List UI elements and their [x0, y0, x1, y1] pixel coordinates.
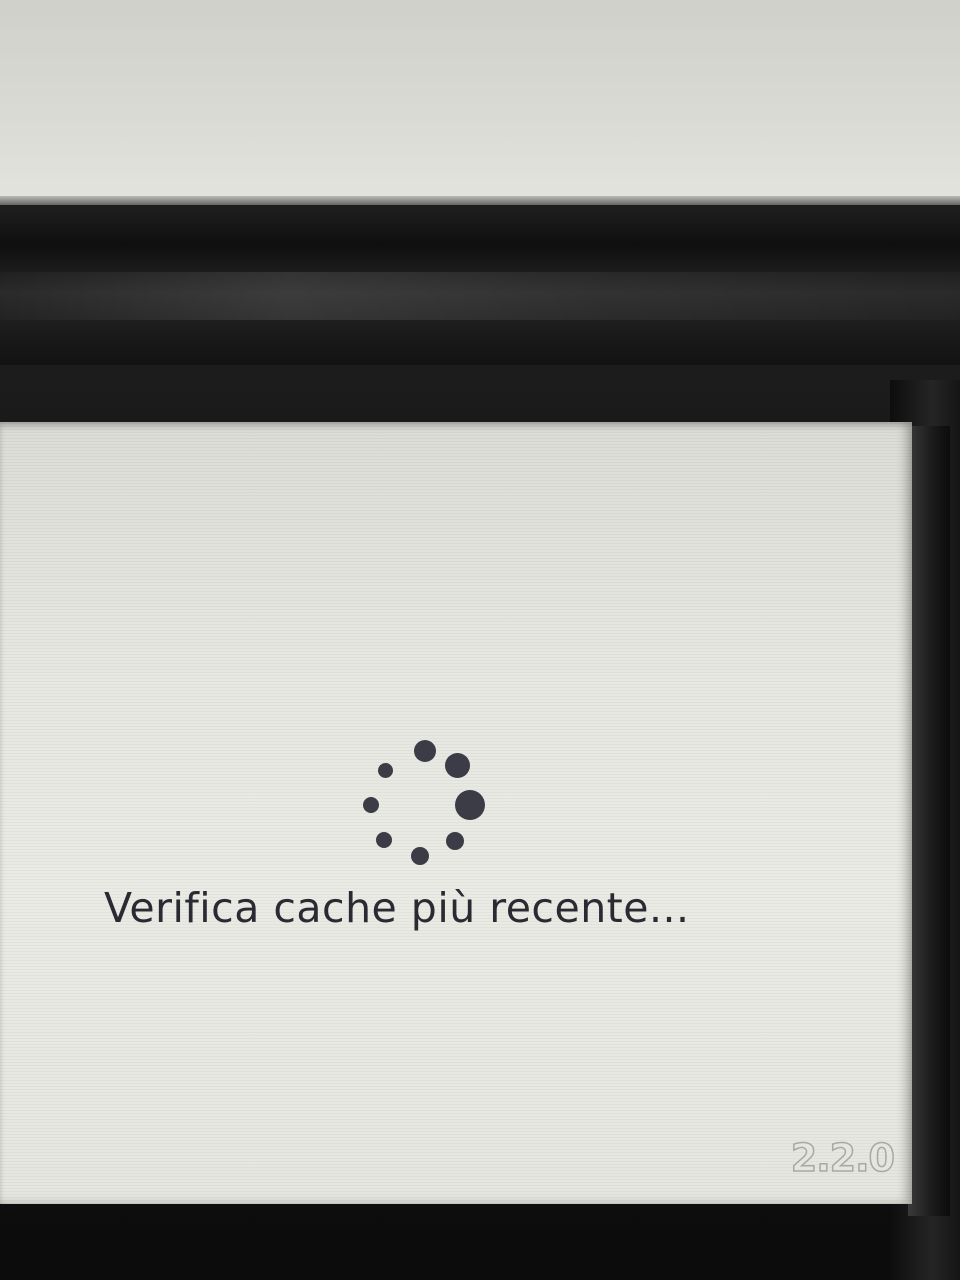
screen-edge — [908, 426, 950, 1216]
spinner-dot — [446, 832, 464, 850]
hinge-highlight — [0, 272, 960, 320]
spinner-dot — [378, 763, 393, 778]
spinner-dot — [445, 753, 470, 778]
status-message: Verifica cache più recente... — [104, 884, 690, 932]
version-label: 2.2.0 — [790, 1135, 896, 1181]
spinner-dot — [455, 790, 485, 820]
spinner-dot — [363, 797, 379, 813]
touch-screen: Verifica cache più recente... 2.2.0 — [0, 422, 912, 1204]
spinner-dot — [414, 740, 436, 762]
loading-spinner-icon — [358, 736, 498, 866]
top-screen — [0, 0, 960, 205]
device-photo: Verifica cache più recente... 2.2.0 — [0, 0, 960, 1280]
spinner-dot — [376, 832, 392, 848]
spinner-dot — [411, 847, 429, 865]
